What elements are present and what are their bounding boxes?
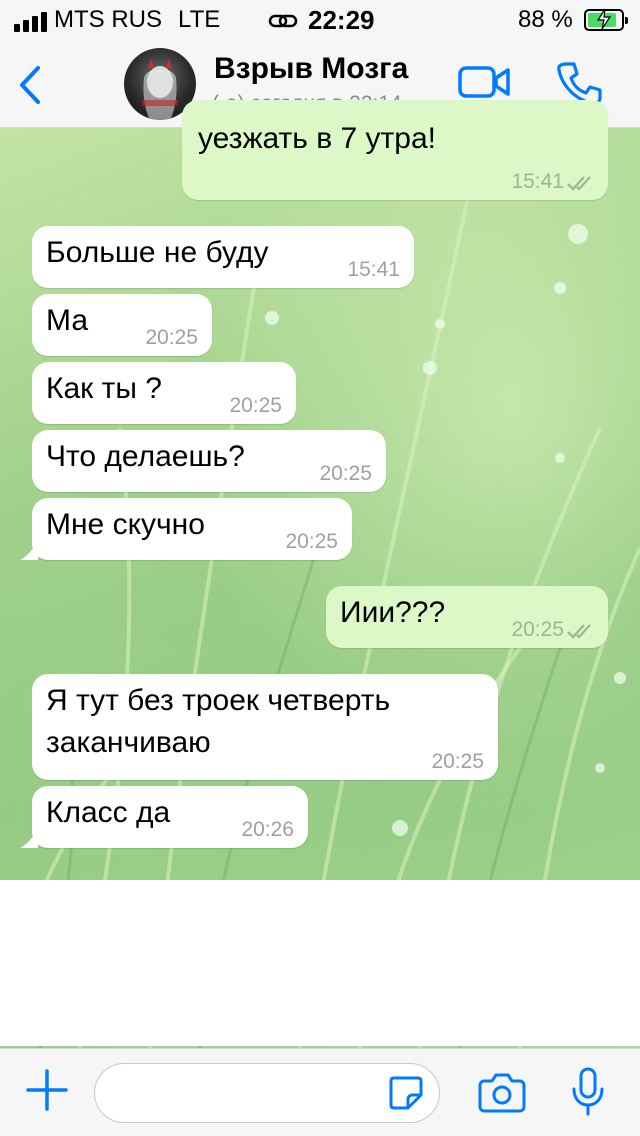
- video-camera-icon: [458, 66, 510, 98]
- message-bubble-incoming[interactable]: Класс да 20:26: [20, 786, 308, 848]
- microphone-button[interactable]: [570, 1067, 606, 1117]
- message-time: 20:25: [511, 618, 564, 641]
- sticker-icon: [389, 1076, 423, 1110]
- message-text: уезжать в 7 утра!: [198, 122, 436, 155]
- clock: 22:29: [308, 5, 375, 35]
- message-time: 20:26: [241, 818, 294, 841]
- battery-nub: [625, 17, 628, 24]
- video-call-button[interactable]: [458, 64, 512, 100]
- message-bubble-incoming[interactable]: Как ты ? 20:25: [32, 362, 296, 424]
- message-bubble-incoming[interactable]: Что делаешь? 20:25: [32, 430, 386, 492]
- redacted-area: [0, 880, 640, 1046]
- message-text-line-1: Я тут без троек четверть: [46, 684, 391, 717]
- battery-icon: [584, 8, 628, 31]
- message-bubble-incoming[interactable]: Ма 20:25: [32, 294, 212, 356]
- battery-percent: 88 %: [518, 6, 573, 33]
- contact-name[interactable]: Взрыв Мозга: [214, 52, 408, 86]
- message-time: 15:41: [511, 170, 564, 193]
- message-bubble-incoming[interactable]: Больше не буду 15:41: [32, 226, 414, 288]
- attach-button[interactable]: [24, 1067, 70, 1113]
- read-check-icon: [567, 176, 591, 191]
- message-input-bar: [0, 1048, 640, 1136]
- network-type: LTE: [178, 6, 221, 33]
- plus-icon: [26, 1069, 68, 1111]
- back-button[interactable]: [14, 62, 50, 108]
- camera-button[interactable]: [478, 1071, 526, 1113]
- signal-strength-icon: [14, 12, 47, 32]
- message-bubble-incoming[interactable]: Я тут без троек четверть заканчиваю 20:2…: [32, 674, 498, 780]
- message-time: 20:25: [145, 326, 198, 349]
- camera-icon: [478, 1073, 526, 1113]
- read-check-icon: [567, 624, 591, 639]
- message-bubble-outgoing[interactable]: уезжать в 7 утра! 15:41: [182, 100, 608, 200]
- bubble-tail: [20, 540, 38, 560]
- message-bubble-incoming[interactable]: Мне скучно 20:25: [20, 498, 352, 560]
- message-bubble-outgoing[interactable]: Иии??? 20:25: [326, 586, 608, 648]
- carrier-name: MTS RUS: [54, 6, 162, 33]
- microphone-icon: [572, 1067, 604, 1116]
- message-time: 20:25: [229, 394, 282, 417]
- charging-bolt-icon: [596, 8, 612, 30]
- status-bar: MTS RUS LTE 22:29 88 %: [0, 0, 640, 40]
- bubble-tail: [20, 828, 38, 848]
- message-time: 20:25: [285, 530, 338, 553]
- message-time: 20:25: [319, 462, 372, 485]
- message-time: 15:41: [347, 258, 400, 281]
- chevron-left-icon: [20, 66, 40, 104]
- hotspot-link-icon: [268, 8, 298, 39]
- message-time: 20:25: [431, 750, 484, 773]
- sticker-button[interactable]: [388, 1075, 424, 1111]
- message-text-line-2: заканчиваю: [46, 726, 211, 759]
